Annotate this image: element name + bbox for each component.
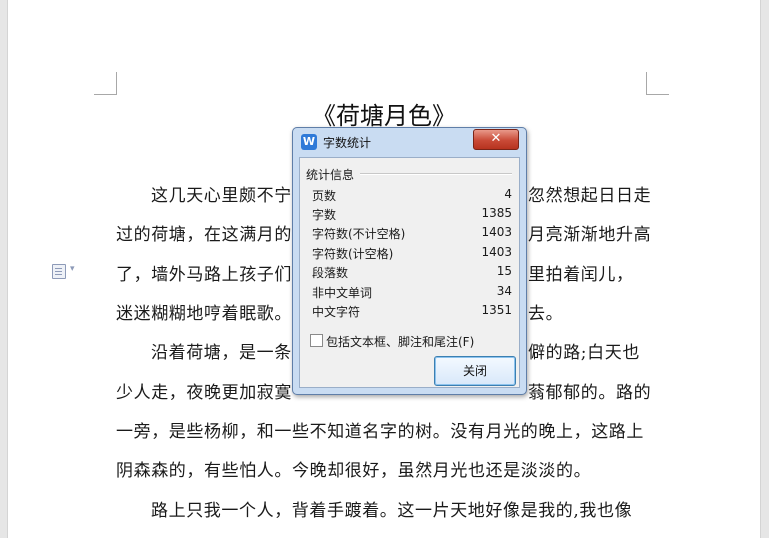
document-line: 月亮渐渐地升高: [528, 225, 652, 245]
document-line: 去。: [528, 304, 564, 324]
margin-corner-top-right: [646, 72, 669, 95]
group-label-statistics: 统计信息: [306, 168, 355, 182]
group-divider: [360, 173, 512, 175]
dialog-titlebar[interactable]: W 字数统计 ✕: [293, 128, 526, 154]
document-line: 路上只我一个人，背着手踱着。这一片天地好像是我的,我也像: [151, 501, 633, 521]
document-line: 里拍着闰儿，: [528, 265, 634, 285]
document-map-icon[interactable]: [52, 264, 66, 279]
stat-row-words: 字数 1385: [312, 205, 512, 224]
stat-value: 1351: [481, 303, 512, 317]
stat-label: 非中文单词: [312, 286, 373, 300]
wps-writer-icon: W: [301, 134, 317, 150]
document-line: 一旁，是些杨柳，和一些不知道名字的树。没有月光的晚上，这路上: [116, 422, 644, 442]
stat-label: 字数: [312, 208, 337, 222]
document-line: 忽然想起日日走: [528, 186, 652, 206]
stat-label: 字符数(计空格): [312, 247, 394, 261]
stat-row-paragraphs: 段落数 15: [312, 263, 512, 282]
stat-row-chars-with-spaces: 字符数(计空格) 1403: [312, 244, 512, 263]
stat-label: 中文字符: [312, 305, 361, 319]
stat-value: 15: [496, 264, 512, 278]
dialog-title: 字数统计: [323, 136, 372, 150]
document-line: 少人走，夜晚更加寂寞: [116, 383, 292, 403]
word-count-dialog: W 字数统计 ✕ 统计信息 页数 4 字数 1385 字符数(不计空格) 140…: [292, 127, 527, 395]
stat-label: 字符数(不计空格): [312, 227, 406, 241]
margin-corner-top-left: [94, 72, 117, 95]
document-line: 阴森森的，有些怕人。今晚却很好，虽然月光也还是淡淡的。: [116, 461, 592, 481]
document-title: 《荷塘月色》: [312, 102, 456, 130]
include-textboxes-label[interactable]: 包括文本框、脚注和尾注(F): [326, 333, 474, 350]
stat-row-pages: 页数 4: [312, 186, 512, 205]
document-line: 僻的路;白天也: [528, 343, 640, 363]
stat-value: 34: [496, 284, 512, 298]
stat-value: 1403: [481, 225, 512, 239]
stat-label: 段落数: [312, 266, 349, 280]
close-icon[interactable]: ✕: [473, 129, 519, 150]
stat-row-chars-no-spaces: 字符数(不计空格) 1403: [312, 224, 512, 243]
document-line: 迷迷糊糊地哼着眠歌。: [116, 304, 292, 324]
include-textboxes-checkbox[interactable]: [310, 334, 323, 347]
document-line: 沿着荷塘，是一条: [151, 343, 292, 363]
document-line: 过的荷塘，在这满月的: [116, 225, 292, 245]
document-line: 了，墙外马路上孩子们: [116, 265, 292, 285]
chevron-down-icon[interactable]: ▾: [70, 264, 75, 274]
stat-label: 页数: [312, 189, 337, 203]
stat-row-non-chinese-words: 非中文单词 34: [312, 283, 512, 302]
stat-value: 4: [504, 187, 512, 201]
stat-row-chinese-chars: 中文字符 1351: [312, 302, 512, 321]
dialog-content: 统计信息 页数 4 字数 1385 字符数(不计空格) 1403 字符数(计空格…: [299, 157, 520, 388]
close-button[interactable]: 关闭: [434, 356, 516, 386]
stat-value: 1385: [481, 206, 512, 220]
document-line: 这几天心里颇不宁: [151, 186, 292, 206]
stat-value: 1403: [481, 245, 512, 259]
document-line: 蓊郁郁的。路的: [528, 383, 652, 403]
